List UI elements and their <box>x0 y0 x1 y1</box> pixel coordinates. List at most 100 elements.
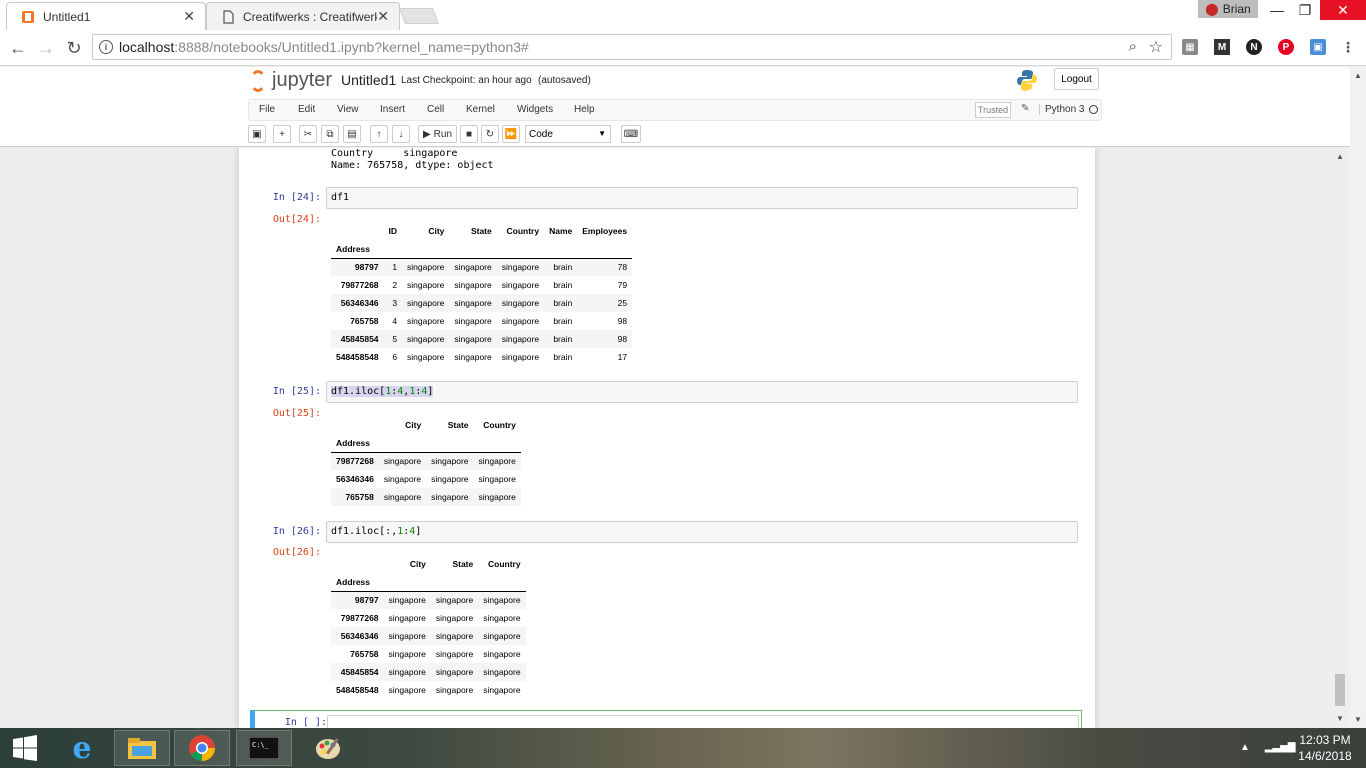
restart-run-all-icon[interactable]: ⏩ <box>502 125 520 143</box>
close-window-button[interactable]: ✕ <box>1320 0 1366 20</box>
table-cell: singapore <box>483 667 521 677</box>
page-favicon-icon <box>221 9 235 24</box>
paste-icon[interactable]: ▤ <box>343 125 361 143</box>
code-cell-input[interactable] <box>327 715 1079 728</box>
code-cell-input[interactable]: df1 <box>326 187 1078 209</box>
table-cell: singapore <box>483 613 521 623</box>
chrome-icon[interactable] <box>174 730 230 766</box>
code-text: ] <box>427 386 434 397</box>
close-tab-icon[interactable]: ✕ <box>183 8 195 25</box>
gmail-extension-icon[interactable]: M <box>1214 39 1230 55</box>
maximize-button[interactable]: ❐ <box>1290 0 1320 20</box>
table-cell: singapore <box>454 352 492 362</box>
windows-taskbar: e C:\_ ▲ ▂▃▅▇ 12:03 PM 14/6/2018 <box>0 728 1366 768</box>
jupyter-logo[interactable]: jupyter <box>250 69 332 92</box>
tab-untitled1[interactable]: Untitled1 ✕ <box>6 2 206 30</box>
taskbar-clock[interactable]: 12:03 PM 14/6/2018 <box>1290 732 1360 764</box>
menu-edit[interactable]: Edit <box>298 104 315 115</box>
move-down-icon[interactable]: ↓ <box>392 125 410 143</box>
table-row: 56346346 singapore singapore singapore <box>331 627 526 645</box>
menu-insert[interactable]: Insert <box>380 104 405 115</box>
address-bar[interactable]: i localhost:8888/notebooks/Untitled1.ipy… <box>92 34 1172 60</box>
system-tray: ▲ ▂▃▅▇ <box>1240 742 1295 753</box>
tab-extension-icon[interactable]: ▣ <box>1310 39 1326 55</box>
row-index: 79877268 <box>340 280 379 290</box>
logout-button[interactable]: Logout <box>1054 68 1099 90</box>
show-hidden-icons-icon[interactable]: ▲ <box>1240 742 1250 753</box>
browser-toolbar: ← → ↻ i localhost:8888/notebooks/Untitle… <box>0 30 1366 66</box>
reload-button[interactable]: ↻ <box>62 36 86 60</box>
apps-icon[interactable]: ▦ <box>1182 39 1198 55</box>
table-cell: singapore <box>388 613 426 623</box>
index-name: Address <box>331 240 384 259</box>
table-cell: 3 <box>392 298 398 308</box>
chrome-menu-icon[interactable]: ⋮ <box>1340 39 1356 55</box>
table-cell: singapore <box>501 280 540 290</box>
cut-icon[interactable]: ✂ <box>299 125 317 143</box>
menu-help[interactable]: Help <box>574 104 595 115</box>
notion-extension-icon[interactable]: N <box>1246 39 1262 55</box>
table-cell: singapore <box>431 474 469 484</box>
edit-pencil-icon[interactable]: ✎ <box>1021 103 1029 114</box>
row-index: 765758 <box>350 316 379 326</box>
restart-icon[interactable]: ↻ <box>481 125 499 143</box>
blank-header <box>478 573 526 592</box>
move-up-icon[interactable]: ↑ <box>370 125 388 143</box>
kernel-name: Python 3 <box>1039 104 1084 115</box>
keyboard-icon[interactable]: ⌨ <box>621 125 641 143</box>
bookmark-star-icon[interactable]: ☆ <box>1149 37 1163 57</box>
run-button[interactable]: ▶ Run <box>418 125 457 143</box>
clock-date: 14/6/2018 <box>1298 749 1352 763</box>
close-tab-icon[interactable]: ✕ <box>377 8 389 25</box>
previous-output: Country singapore Name: 765758, dtype: o… <box>331 148 494 172</box>
file-explorer-icon[interactable] <box>114 730 170 766</box>
copy-icon[interactable]: ⧉ <box>321 125 339 143</box>
stop-icon[interactable]: ■ <box>460 125 478 143</box>
output-line: Name: 765758, dtype: object <box>331 160 494 171</box>
notebook-scroll-thumb[interactable] <box>1335 674 1345 706</box>
menu-file[interactable]: File <box>259 104 275 115</box>
info-icon[interactable]: i <box>99 40 113 54</box>
pinterest-icon[interactable]: P <box>1278 39 1294 55</box>
paint-icon[interactable] <box>300 730 356 766</box>
menu-view[interactable]: View <box>337 104 359 115</box>
jupyter-logo-icon <box>250 69 266 92</box>
minimize-button[interactable]: — <box>1262 0 1292 20</box>
new-code-cell[interactable]: In [ ]: <box>250 710 1082 728</box>
tab-creatifwerks[interactable]: Creatifwerks : Creatifwerk ✕ <box>206 2 400 30</box>
code-cell-input[interactable]: df1.iloc[1:4,1:4] <box>326 381 1078 403</box>
menu-cell[interactable]: Cell <box>427 104 444 115</box>
blank-header <box>426 434 474 453</box>
save-icon[interactable]: ▣ <box>248 125 266 143</box>
jupyter-header: jupyter Untitled1 Last Checkpoint: an ho… <box>0 67 1350 147</box>
add-cell-icon[interactable]: + <box>273 125 291 143</box>
command-prompt-icon[interactable]: C:\_ <box>236 730 292 766</box>
scroll-up-icon[interactable]: ▲ <box>1354 71 1362 80</box>
zoom-icon[interactable]: ⌕ <box>1129 38 1137 55</box>
dataframe-table: City State Country Address 79877268 singa… <box>331 416 521 506</box>
trusted-badge[interactable]: Trusted <box>975 102 1011 118</box>
code-cell-input[interactable]: df1.iloc[:,1:4] <box>326 521 1078 543</box>
new-tab-button[interactable] <box>399 8 439 24</box>
blank-header <box>577 240 633 259</box>
page-scrollbar[interactable]: ▲ ▼ <box>1350 67 1366 728</box>
notebook-name[interactable]: Untitled1 <box>341 72 396 88</box>
back-button[interactable]: ← <box>6 36 30 60</box>
menu-kernel[interactable]: Kernel <box>466 104 495 115</box>
row-index: 79877268 <box>336 456 374 467</box>
forward-button[interactable]: → <box>34 36 58 60</box>
table-cell: singapore <box>388 685 426 695</box>
windows-start-icon[interactable] <box>0 730 50 766</box>
notebook-scroll-up-icon[interactable]: ▲ <box>1336 152 1344 161</box>
url-path: :8888/notebooks/Untitled1.ipynb?kernel_n… <box>174 39 529 55</box>
notebook-scroll-down-icon[interactable]: ▼ <box>1336 714 1344 723</box>
table-row: 765758 singapore singapore singapore <box>331 488 521 506</box>
internet-explorer-icon[interactable]: e <box>54 730 110 766</box>
menu-widgets[interactable]: Widgets <box>517 104 553 115</box>
table-cell: singapore <box>478 492 516 502</box>
browser-tabstrip: Untitled1 ✕ Creatifwerks : Creatifwerk ✕… <box>0 0 1366 30</box>
cell-type-select[interactable]: Code ▼ <box>525 125 611 143</box>
table-cell: singapore <box>454 334 492 344</box>
profile-button[interactable]: ⬤ Brian <box>1198 0 1258 18</box>
scroll-down-icon[interactable]: ▼ <box>1354 715 1362 724</box>
